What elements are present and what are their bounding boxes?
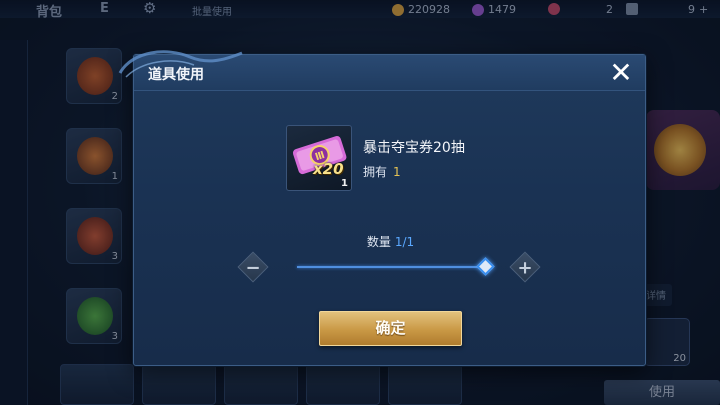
item-count: 1 xyxy=(341,178,348,189)
dialog-header: 道具使用 ✕ xyxy=(118,50,645,91)
quantity-slider-handle[interactable] xyxy=(476,257,495,276)
owned-row: 拥有 1 xyxy=(363,163,401,180)
dialog-title: 道具使用 xyxy=(148,67,204,83)
quantity-label: 数量 xyxy=(366,235,391,249)
plus-icon: + xyxy=(517,257,533,279)
increase-button[interactable]: + xyxy=(509,251,541,283)
ticket-multiplier: x20 xyxy=(313,160,344,178)
owned-label: 拥有 xyxy=(363,165,388,179)
quantity-slider-track[interactable] xyxy=(297,266,485,268)
item-icon: Ⅲ x20 1 xyxy=(286,125,352,191)
quantity-value: 1/1 xyxy=(394,235,415,249)
decrease-button[interactable]: − xyxy=(237,251,269,283)
confirm-button[interactable]: 确定 xyxy=(319,311,462,346)
close-icon[interactable]: ✕ xyxy=(607,59,635,88)
quantity-row: 数量 1/1 xyxy=(134,233,647,250)
item-use-dialog: 道具使用 ✕ Ⅲ x20 1 暴击夺宝券20抽 拥有 1 数量 1/1 − + 确定 xyxy=(118,50,647,366)
item-name: 暴击夺宝券20抽 xyxy=(363,140,465,156)
minus-icon: − xyxy=(245,257,261,279)
owned-value: 1 xyxy=(393,165,401,179)
